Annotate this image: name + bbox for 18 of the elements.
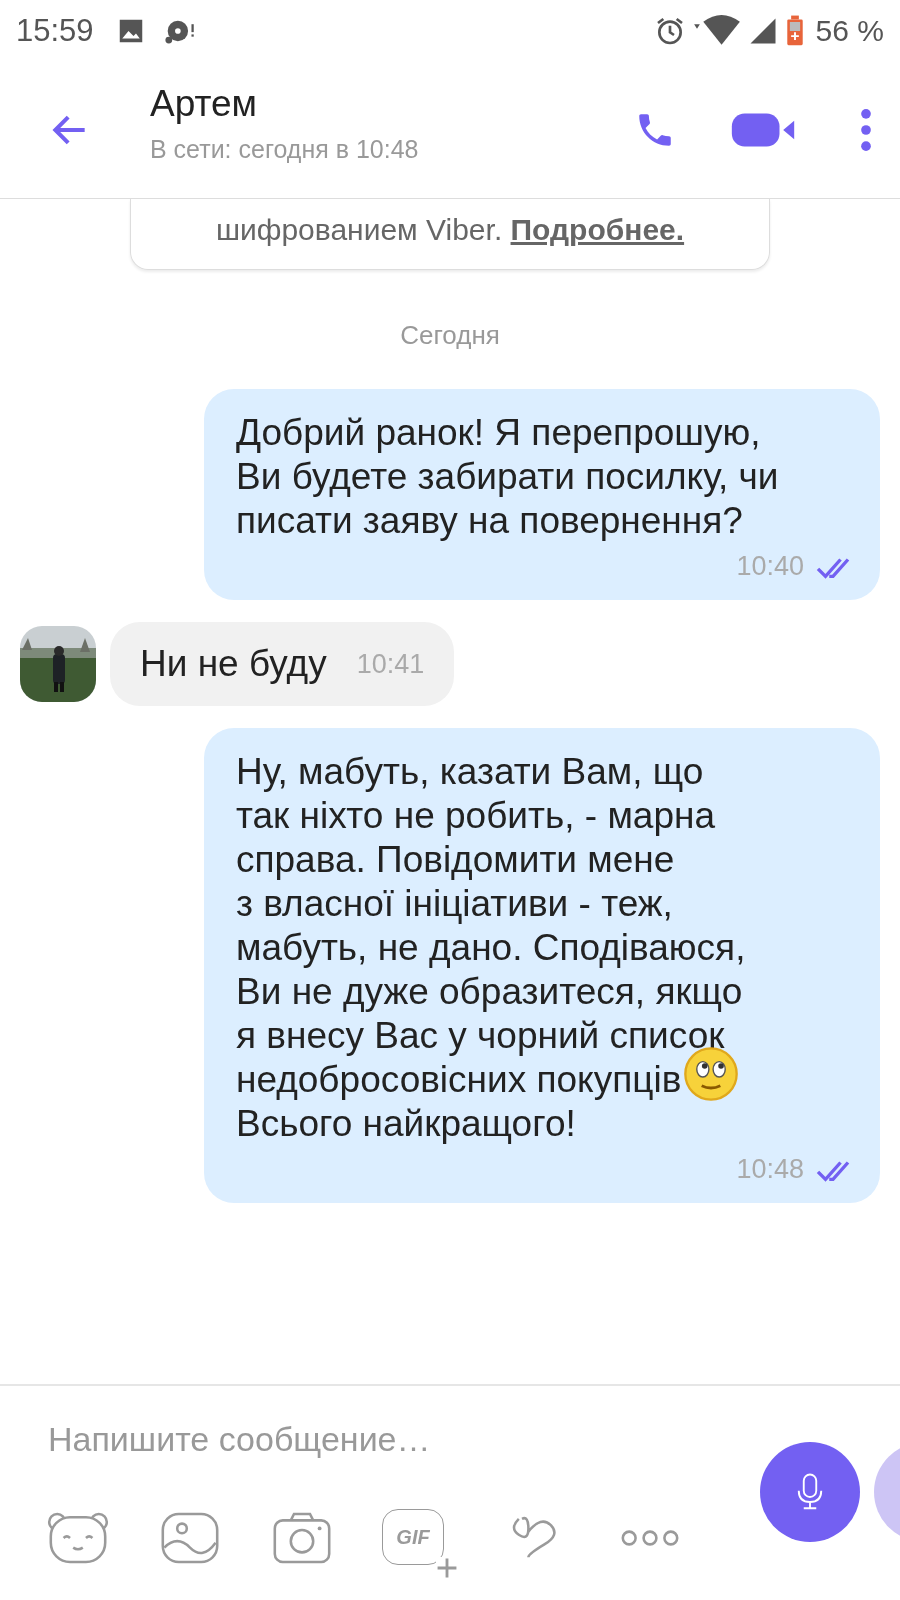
- message-time: 10:40: [736, 551, 804, 582]
- message-time: 10:48: [736, 1154, 804, 1185]
- message-input-field[interactable]: Напишите сообщение…: [48, 1416, 708, 1463]
- last-seen-status: В сети: сегодня в 10:48: [150, 134, 420, 164]
- more-info-link[interactable]: Подробнее.: [510, 213, 685, 246]
- message-text: Добрий ранок! Я перепрошую, Ви будете забирати посилку, чи писати заяву на повернення?: [236, 411, 780, 543]
- contact-name: Артем: [150, 82, 258, 125]
- wifi-icon: [693, 15, 740, 47]
- status-time: 15:59: [16, 13, 94, 49]
- battery-percent: 56 %: [815, 14, 884, 48]
- date-divider: Сегодня: [400, 320, 500, 351]
- message-text: Ну, мабуть, казати Вам, що так ніхто не робить, - марна справа. Повідомити мене з власної ініціативи - теж, мабуть, не дано. Сподіваюся, Ви не дуже образитеся, якщо я внесу Вас у чорний список недобросовісних покупців Всього найкращого!: [236, 750, 747, 1146]
- message-text: Ни не буду: [140, 642, 327, 686]
- more-options-icon[interactable]: [860, 108, 872, 152]
- battery-icon: [785, 15, 804, 47]
- microphone-icon: [795, 1472, 825, 1512]
- encryption-notice-text: шифрованием Viber. Подробнее.: [214, 213, 686, 247]
- message-time: 10:41: [356, 648, 425, 680]
